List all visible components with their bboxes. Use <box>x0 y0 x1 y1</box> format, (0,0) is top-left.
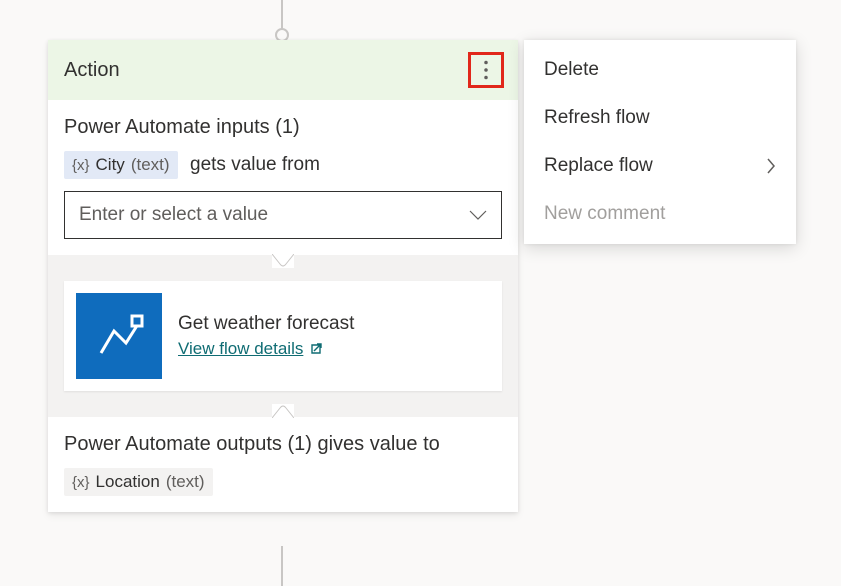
view-flow-details-link[interactable]: View flow details <box>178 339 354 359</box>
card-title: Action <box>64 59 120 82</box>
open-external-icon <box>309 342 323 356</box>
input-variable-chip[interactable]: {x} City (text) <box>64 151 178 179</box>
menu-item-new-comment: New comment <box>524 190 796 238</box>
input-suffix-text: gets value from <box>190 154 320 175</box>
notch-bottom <box>272 404 294 418</box>
flow-icon <box>76 293 162 379</box>
variable-brace-icon: {x} <box>72 474 90 491</box>
flow-subcard: Get weather forecast View flow details <box>64 281 502 391</box>
flow-glyph-icon <box>94 311 144 361</box>
inputs-section: Power Automate inputs (1) {x} City (text… <box>48 100 518 255</box>
inputs-title: Power Automate inputs (1) <box>64 116 502 139</box>
ellipsis-vertical-icon <box>479 60 493 80</box>
chevron-right-icon <box>766 158 776 174</box>
select-placeholder: Enter or select a value <box>79 204 268 226</box>
flow-subcard-area: Get weather forecast View flow details <box>48 255 518 417</box>
flow-connector-bottom <box>281 546 283 586</box>
flow-name: Get weather forecast <box>178 313 354 335</box>
variable-brace-icon: {x} <box>72 157 90 174</box>
link-label: View flow details <box>178 339 303 359</box>
value-select[interactable]: Enter or select a value <box>64 191 502 239</box>
output-variable-chip[interactable]: {x} Location (text) <box>64 468 213 496</box>
menu-item-refresh[interactable]: Refresh flow <box>524 94 796 142</box>
variable-kind: (text) <box>131 155 170 175</box>
action-card: Action Power Automate inputs (1) {x} Cit… <box>48 40 518 512</box>
card-header: Action <box>48 40 518 100</box>
context-menu: Delete Refresh flow Replace flow New com… <box>524 40 796 244</box>
menu-item-delete[interactable]: Delete <box>524 46 796 94</box>
chevron-down-icon <box>469 209 487 221</box>
notch-top <box>272 254 294 268</box>
variable-name: City <box>96 155 125 175</box>
menu-item-label: Refresh flow <box>544 107 650 129</box>
outputs-section: Power Automate outputs (1) gives value t… <box>48 417 518 512</box>
menu-item-label: Replace flow <box>544 155 653 177</box>
flow-subcard-body: Get weather forecast View flow details <box>178 313 354 359</box>
inputs-row: {x} City (text) gets value from <box>64 151 502 179</box>
menu-item-replace[interactable]: Replace flow <box>524 142 796 190</box>
variable-kind: (text) <box>166 472 205 492</box>
outputs-title: Power Automate outputs (1) gives value t… <box>64 433 502 456</box>
more-options-button[interactable] <box>470 54 502 86</box>
menu-item-label: New comment <box>544 203 665 225</box>
variable-name: Location <box>96 472 160 492</box>
menu-item-label: Delete <box>544 59 599 81</box>
